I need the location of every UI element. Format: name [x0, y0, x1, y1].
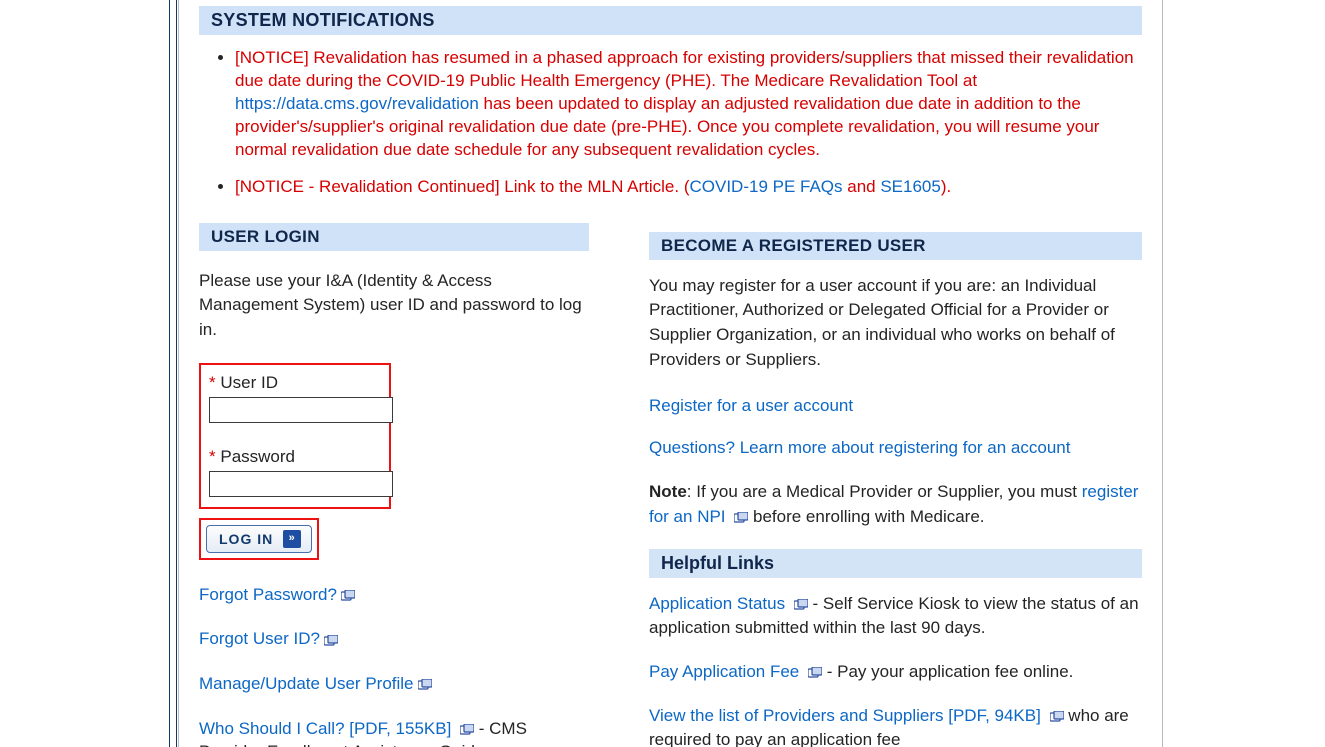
notices-list: [NOTICE] Revalidation has resumed in a p… [199, 47, 1142, 199]
note-row: Note: If you are a Medical Provider or S… [649, 480, 1142, 529]
external-link-icon [460, 724, 474, 735]
external-link-icon [808, 667, 822, 678]
user-id-label-text: User ID [220, 373, 278, 392]
questions-register-link[interactable]: Questions? Learn more about registering … [649, 438, 1070, 457]
who-should-i-call-link[interactable]: Who Should I Call? [PDF, 155KB] [199, 719, 451, 738]
login-button-label: LOG IN [219, 531, 273, 547]
notice-item-mln: [NOTICE - Revalidation Continued] Link t… [235, 176, 1142, 199]
register-account-link[interactable]: Register for a user account [649, 396, 853, 415]
system-notifications-heading: SYSTEM NOTIFICATIONS [199, 6, 1142, 35]
paren-close: ). [941, 177, 951, 196]
forgot-password-link[interactable]: Forgot Password? [199, 585, 337, 604]
forgot-user-id-link[interactable]: Forgot User ID? [199, 629, 320, 648]
note-text: : If you are a Medical Provider or Suppl… [687, 482, 1082, 501]
pay-application-fee-link[interactable]: Pay Application Fee [649, 662, 799, 681]
and-text: and [843, 177, 881, 196]
user-id-label: * User ID [209, 373, 381, 393]
notice-item-revalidation: [NOTICE] Revalidation has resumed in a p… [235, 47, 1142, 162]
external-link-icon [794, 599, 808, 610]
login-button-highlight: LOG IN » [199, 518, 319, 560]
password-input[interactable] [209, 471, 393, 497]
user-login-heading: USER LOGIN [199, 223, 589, 251]
revalidation-tool-link[interactable]: https://data.cms.gov/revalidation [235, 94, 479, 113]
login-form-box: * User ID * Password [199, 363, 391, 509]
helpful-links-heading: Helpful Links [649, 549, 1142, 578]
covid-faqs-link[interactable]: COVID-19 PE FAQs [689, 177, 842, 196]
notice-text: [NOTICE] Revalidation has resumed in a p… [235, 48, 1134, 90]
login-description: Please use your I&A (Identity & Access M… [199, 269, 589, 343]
helpful-links: Application Status - Self Service Kiosk … [649, 592, 1142, 747]
login-links: Forgot Password? Forgot User ID? Manage/… [199, 584, 589, 747]
login-button[interactable]: LOG IN » [206, 525, 312, 553]
password-label: * Password [209, 447, 381, 467]
register-intro: You may register for a user account if y… [649, 274, 1142, 373]
note-label: Note [649, 482, 687, 501]
external-link-icon [341, 590, 355, 601]
become-registered-heading: BECOME A REGISTERED USER [649, 232, 1142, 260]
note-after: before enrolling with Medicare. [748, 507, 984, 526]
external-link-icon [418, 679, 432, 690]
notice-text: [NOTICE - Revalidation Continued] Link t… [235, 177, 684, 196]
application-status-link[interactable]: Application Status [649, 594, 785, 613]
se1605-link[interactable]: SE1605 [880, 177, 941, 196]
page-left-border [169, 0, 177, 747]
pay-fee-desc: - Pay your application fee online. [822, 662, 1073, 681]
password-label-text: Password [220, 447, 295, 466]
content-frame: SYSTEM NOTIFICATIONS [NOTICE] Revalidati… [178, 0, 1163, 747]
login-arrow-icon: » [283, 530, 301, 548]
user-id-input[interactable] [209, 397, 393, 423]
external-link-icon [1050, 711, 1064, 722]
manage-profile-link[interactable]: Manage/Update User Profile [199, 674, 414, 693]
external-link-icon [324, 635, 338, 646]
external-link-icon [734, 512, 748, 523]
view-providers-list-link[interactable]: View the list of Providers and Suppliers… [649, 706, 1041, 725]
